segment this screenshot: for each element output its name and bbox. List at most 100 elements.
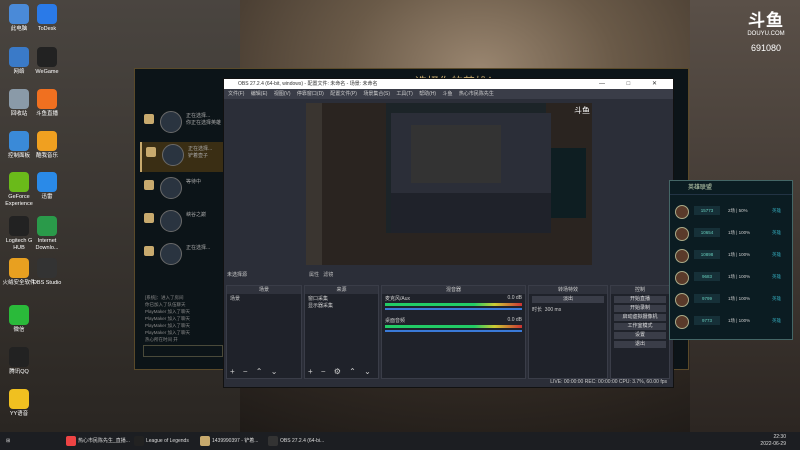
desktop-icon[interactable]: 微信 (0, 305, 38, 334)
stat-number: 10898 (694, 250, 720, 259)
scenes-title: 场景 (227, 286, 301, 294)
obs-window[interactable]: OBS 27.2.4 (64-bit, windows) - 配置文件: 未命名… (223, 78, 674, 388)
champion-avatar (675, 315, 689, 329)
source-item[interactable]: 窗口采集 (305, 294, 378, 302)
menu-item[interactable]: 视图(V) (274, 91, 291, 97)
taskbar-item[interactable]: 1439990397 - 铲着... (198, 433, 258, 449)
champion-avatar (675, 293, 689, 307)
controls-title: 控制 (611, 286, 669, 294)
menu-item[interactable]: 工具(T) (396, 91, 412, 97)
stats-row[interactable]: 10898 1场 | 100% 英雄 (672, 247, 790, 265)
source-item[interactable]: 显示器采集 (305, 301, 378, 309)
app-icon (9, 216, 29, 236)
control-button[interactable]: 退出 (614, 341, 666, 348)
stat-number: 9799 (694, 294, 720, 303)
taskbar-item[interactable]: 热心市民陈先生_直播... (64, 433, 130, 449)
control-button[interactable]: 开始录制 (614, 305, 666, 312)
app-icon (37, 172, 57, 192)
desktop: 此电脑 网络 回收站 控制面板 GeForce Experience Logitech G… (0, 0, 800, 432)
desktop-icon[interactable]: Internet Downlo... (28, 216, 66, 251)
stats-row[interactable]: 10654 1场 | 100% 英雄 (672, 225, 790, 243)
menu-item[interactable]: 斗鱼 热心市民陈先生 (443, 91, 494, 97)
champion-avatar (675, 271, 689, 285)
spell-icon (144, 246, 154, 256)
taskbar-clock[interactable]: 22:30 2022-06-29 (760, 434, 786, 448)
champion-avatar (162, 144, 184, 166)
menu-item[interactable]: 配置文件(P) (330, 91, 357, 97)
champion-avatar (160, 111, 182, 133)
stat-link[interactable]: 英雄 (772, 296, 781, 302)
stat-number: 9773 (694, 316, 720, 325)
mixer-track-name: 桌面音频 (385, 318, 406, 324)
menu-item[interactable]: 文件(F) (228, 91, 244, 97)
desktop-icon[interactable]: OBS Studio (28, 258, 66, 287)
duration-input[interactable]: 300 ms (545, 307, 561, 313)
stat-link[interactable]: 英雄 (772, 230, 781, 236)
stat-link[interactable]: 英雄 (772, 208, 781, 214)
spell-icon (144, 213, 154, 223)
app-icon (9, 47, 29, 67)
volume-slider[interactable] (385, 330, 522, 332)
tab-filters[interactable]: 滤镜 (323, 272, 333, 278)
chat-line: PlayMaker 加入了聊天 (145, 323, 191, 328)
obs-menubar: 文件(F) 编辑(E) 视图(V) 停靠窗口(D) 配置文件(P) 场景集合(S… (224, 89, 673, 99)
start-button[interactable]: ⊞ (2, 433, 10, 449)
stats-row[interactable]: 9683 1场 | 100% 英雄 (672, 269, 790, 287)
app-icon (9, 172, 29, 192)
app-icon (37, 47, 57, 67)
duration-label: 时长 (532, 307, 543, 313)
desktop-icon[interactable]: 迅雷 (28, 172, 66, 201)
spell-icon (146, 147, 156, 157)
volume-slider[interactable] (385, 308, 522, 310)
chat-line: 你已加入了队伍聊天 (145, 302, 186, 307)
desktop-icon-label: Internet Downlo... (35, 238, 59, 251)
tab-properties[interactable]: 属性 (309, 272, 319, 278)
control-button[interactable]: 工作室模式 (614, 323, 666, 330)
chat-log: [系统]：进入了房间 你已加入了队伍聊天 PlayMaker 加入了聊天 PlayMa… (145, 294, 235, 343)
chat-input[interactable] (143, 345, 223, 357)
taskbar-app-icon (66, 436, 76, 446)
stat-link[interactable]: 英雄 (772, 318, 781, 324)
menu-item[interactable]: 场景集合(S) (363, 91, 390, 97)
chat-line: PlayMaker 加入了聊天 (145, 316, 191, 321)
obs-source-tabs: 属性 滤镜 (309, 271, 333, 278)
app-icon (37, 89, 57, 109)
stats-row[interactable]: 9773 1场 | 100% 英雄 (672, 313, 790, 331)
window-controls[interactable]: — □ ✕ (599, 79, 667, 89)
stat-link[interactable]: 英雄 (772, 274, 781, 280)
desktop-icon[interactable]: 腾讯QQ (0, 347, 38, 376)
scene-item[interactable]: 场景 (227, 294, 301, 302)
stats-row[interactable]: 15773 2场 | 50% 英雄 (672, 203, 790, 221)
desktop-icon-label: 迅雷 (41, 194, 53, 200)
transition-select[interactable]: 淡出 (532, 296, 604, 303)
menu-item[interactable]: 停靠窗口(D) (297, 91, 324, 97)
menu-item[interactable]: 帮助(H) (419, 91, 436, 97)
source-toolbar[interactable]: + − ⚙ ⌃ ⌄ (308, 367, 374, 376)
menu-item[interactable]: 编辑(E) (251, 91, 268, 97)
scenes-dock: 场景 场景 + − ⌃ ⌄ (226, 285, 302, 379)
sources-title: 来源 (305, 286, 378, 294)
transitions-dock: 转场特效 淡出 时长 300 ms (528, 285, 608, 379)
stat-number: 10654 (694, 228, 720, 237)
stats-row[interactable]: 9799 1场 | 100% 英雄 (672, 291, 790, 309)
desktop-icon[interactable]: 斗鱼直播 (28, 89, 66, 118)
desktop-icon[interactable]: 酷我音乐 (28, 131, 66, 160)
desktop-icon[interactable]: ToDesk (28, 4, 66, 33)
desktop-icon-label: WeGame (35, 69, 59, 75)
taskbar-item-label: 1439990397 - 铲着... (212, 438, 259, 444)
desktop-icon[interactable]: WeGame (28, 47, 66, 76)
stat-link[interactable]: 英雄 (772, 252, 781, 258)
control-button[interactable]: 设置 (614, 332, 666, 339)
mixer-dock: 混音器 麦克风/Aux 0.0 dB 桌面音频 0.0 dB (381, 285, 526, 379)
app-icon (9, 389, 29, 409)
desktop-icon[interactable]: YY语音 (0, 389, 38, 418)
control-button[interactable]: 启动虚拟摄像机 (614, 314, 666, 321)
stats-panel-title: 英雄联盟 (670, 181, 792, 195)
taskbar-item[interactable]: OBS 27.2.4 (64-bi... (266, 433, 324, 449)
stat-record: 2场 | 50% (728, 208, 748, 213)
chat-line: PlayMaker 加入了聊天 (145, 309, 191, 314)
scene-toolbar[interactable]: + − ⌃ ⌄ (230, 367, 280, 376)
taskbar-item[interactable]: League of Legends (132, 433, 189, 449)
control-button[interactable]: 开始直播 (614, 296, 666, 303)
desktop-icon-label: YY语音 (9, 411, 29, 417)
